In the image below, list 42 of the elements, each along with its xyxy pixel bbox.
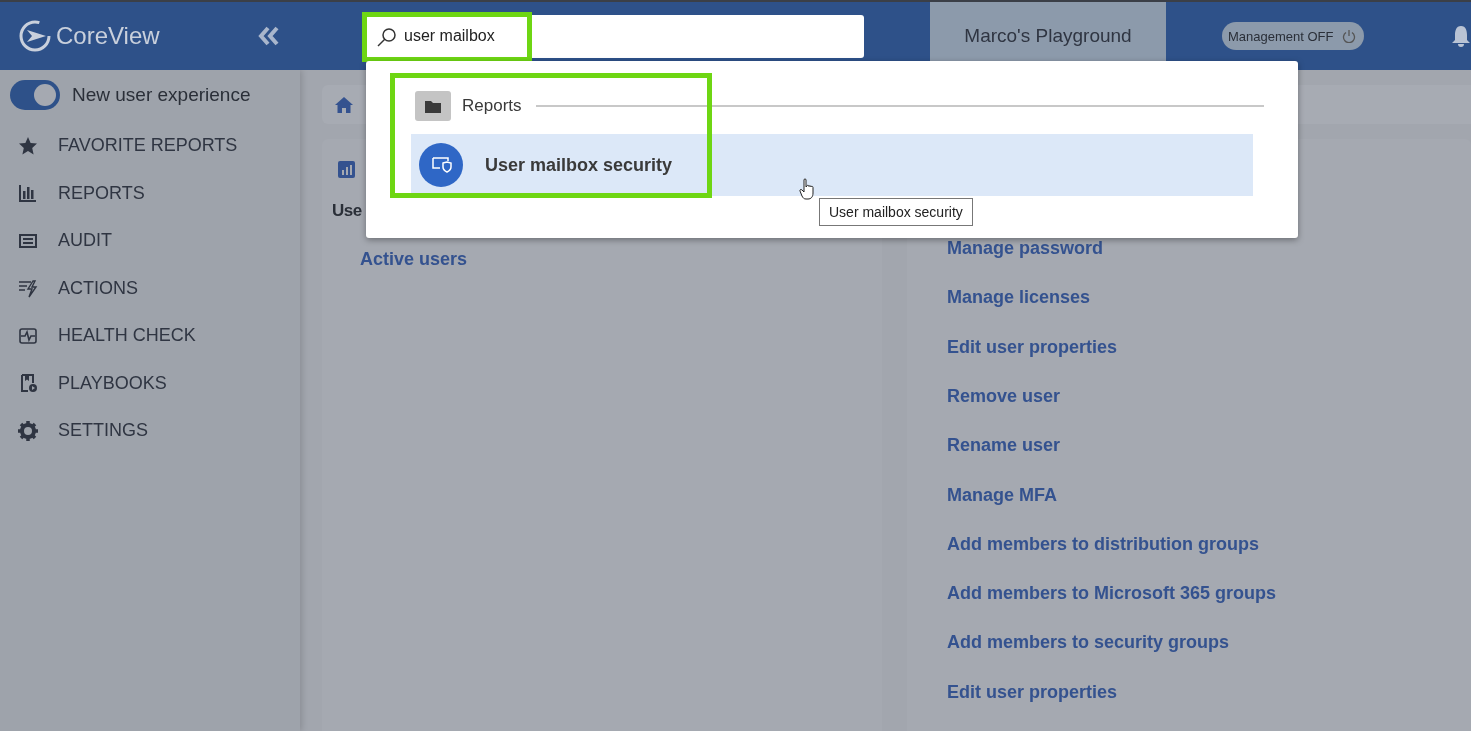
- sidebar-item[interactable]: HEALTH CHECK: [0, 312, 300, 360]
- home-icon: [334, 95, 354, 114]
- lightning-lines-icon: [18, 278, 38, 299]
- action-link[interactable]: Edit user properties: [947, 336, 1118, 358]
- tooltip: User mailbox security: [819, 198, 973, 226]
- power-icon: [1341, 29, 1356, 43]
- section-title: Use: [332, 201, 362, 222]
- double-chevron-icon: [258, 26, 280, 46]
- action-link[interactable]: Edit user properties: [947, 681, 1118, 703]
- folder-icon: [414, 90, 452, 122]
- bar-chart-icon: [18, 183, 38, 204]
- pulse-icon: [18, 325, 38, 346]
- action-link[interactable]: Rename user: [947, 435, 1061, 457]
- sidebar-item[interactable]: REPORTS: [0, 169, 300, 217]
- shield-badge-icon: [419, 143, 463, 187]
- sidebar-item[interactable]: AUDIT: [0, 217, 300, 265]
- sidebar-item[interactable]: PLAYBOOKS: [0, 359, 300, 407]
- notifications-button[interactable]: [1451, 25, 1471, 47]
- action-link[interactable]: Manage licenses: [947, 287, 1091, 309]
- search-result[interactable]: User mailbox security: [411, 134, 1253, 196]
- settings-icon: [18, 420, 38, 441]
- chart-badge-icon: [338, 161, 355, 179]
- report-link[interactable]: Active users: [360, 249, 468, 271]
- logo-icon: [18, 19, 52, 53]
- logo-text: CoreView: [56, 22, 160, 50]
- star-icon: [18, 135, 38, 156]
- action-link[interactable]: Add members to distribution groups: [947, 533, 1259, 555]
- sidebar-item[interactable]: SETTINGS: [0, 407, 300, 455]
- management-toggle[interactable]: Management OFF: [1222, 22, 1364, 50]
- sidebar-item[interactable]: ACTIONS: [0, 264, 300, 312]
- hand-cursor-icon: [799, 178, 815, 200]
- action-link[interactable]: Add members to security groups: [947, 632, 1230, 654]
- action-link[interactable]: Remove user: [947, 385, 1061, 407]
- action-link[interactable]: Manage password: [947, 238, 1104, 260]
- action-link[interactable]: Add members to Microsoft 365 groups: [947, 583, 1277, 605]
- toggle-switch[interactable]: [10, 80, 60, 110]
- toggle-label: New user experience: [72, 84, 251, 106]
- category-heading: Reports: [462, 96, 522, 116]
- action-link[interactable]: Manage MFA: [947, 484, 1057, 506]
- sidebar-item[interactable]: FAVORITE REPORTS: [0, 122, 300, 170]
- playbook-icon: [18, 373, 38, 394]
- bell-icon: [1451, 25, 1471, 47]
